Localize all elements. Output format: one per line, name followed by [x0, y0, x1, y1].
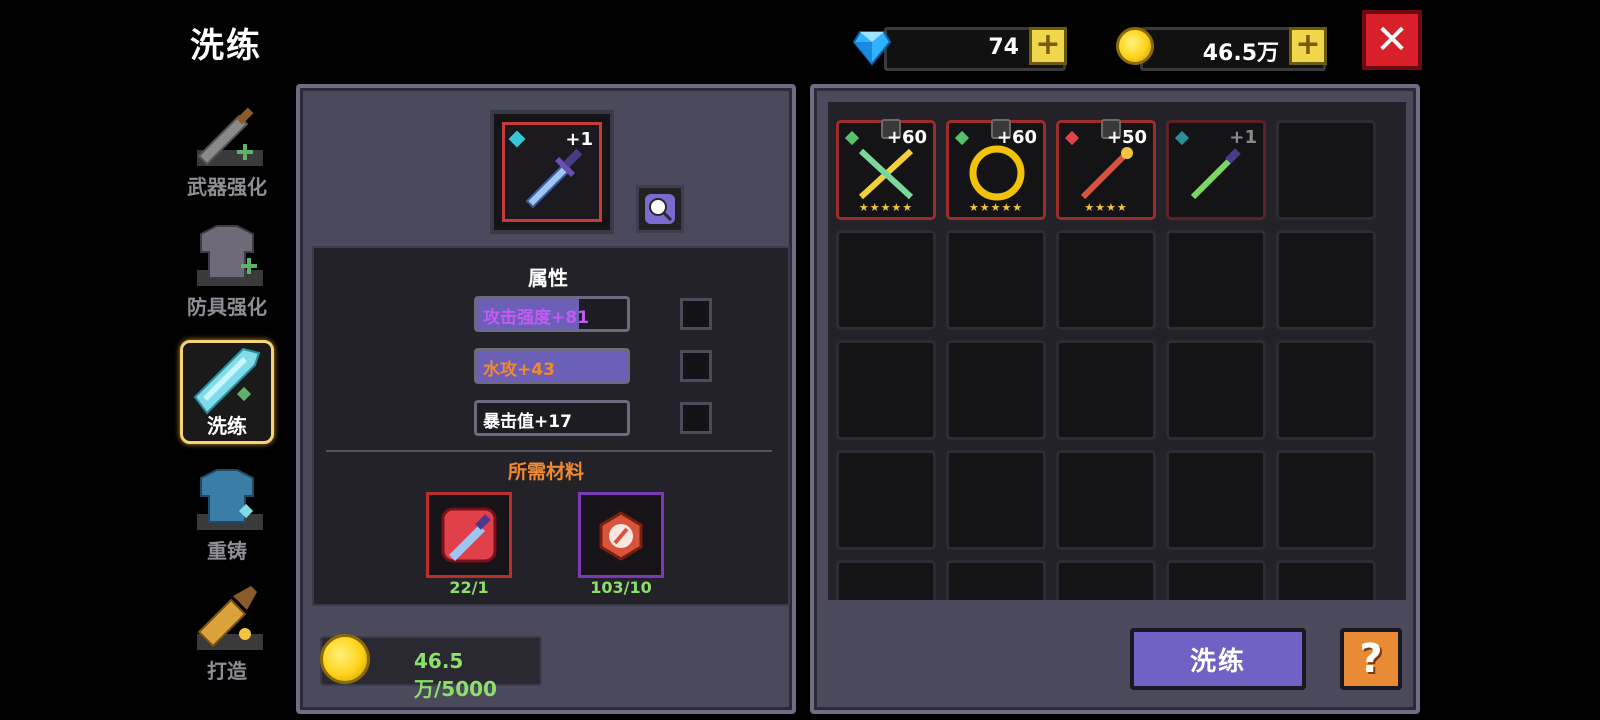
attribute-row-2: 水攻+43 — [474, 348, 630, 384]
divider — [326, 450, 772, 452]
inventory-item-2[interactable]: +60 ★★★★★ — [946, 119, 1046, 220]
crossed-swords-icon — [858, 148, 914, 200]
inventory-slot-empty[interactable] — [1166, 230, 1266, 330]
attributes-title: 属性 — [528, 266, 568, 290]
gem-counter: 74 + — [884, 27, 1067, 71]
gold-amount: 46.5万 — [1202, 41, 1279, 66]
inventory-slot-empty[interactable] — [1276, 120, 1376, 220]
gold-counter: 46.5万 + — [1140, 27, 1327, 71]
inventory-slot-empty[interactable] — [946, 340, 1046, 440]
inventory-slot-empty[interactable] — [836, 560, 936, 600]
add-gold-button[interactable]: + — [1289, 27, 1327, 65]
inspect-button[interactable] — [636, 185, 684, 233]
sidebar-item-refine[interactable]: 洗练 — [180, 340, 274, 444]
inventory-slot-empty[interactable] — [836, 230, 936, 330]
material-count-1: 22/1 — [449, 578, 489, 597]
inventory-slot-empty[interactable] — [836, 340, 936, 440]
refine-crystal-icon — [193, 347, 261, 415]
recast-armor-icon — [197, 469, 263, 530]
fire-staff-icon — [1080, 147, 1133, 200]
sidebar-item-weapon-upgrade[interactable]: 武器强化 — [177, 98, 277, 208]
page-title: 洗练 — [190, 26, 262, 66]
attribute-row-1: 攻击强度+81 — [474, 296, 630, 332]
diamond-icon — [852, 31, 892, 66]
forge-hammer-icon — [197, 586, 263, 650]
lock-checkbox-2[interactable] — [680, 350, 712, 382]
sidebar-item-armor-upgrade[interactable]: 防具强化 — [177, 218, 277, 328]
sword-scroll-icon — [441, 507, 497, 563]
gold-ring-icon — [969, 145, 1025, 201]
lock-checkbox-1[interactable] — [680, 298, 712, 330]
inventory-item-4[interactable]: +1 — [1166, 120, 1266, 220]
inventory-slot-empty[interactable] — [946, 450, 1046, 550]
inventory-slot-empty[interactable] — [1276, 340, 1376, 440]
inventory-slot-empty[interactable] — [1276, 230, 1376, 330]
sidebar-item-label: 重铸 — [207, 539, 247, 563]
inventory-slot-empty[interactable] — [1166, 340, 1266, 440]
sidebar-item-label: 洗练 — [207, 414, 247, 438]
attribute-row-3: 暴击值+17 — [474, 400, 630, 436]
help-button[interactable]: ? — [1340, 628, 1402, 690]
inventory-slot-empty[interactable] — [1056, 450, 1156, 550]
inventory-slot-empty[interactable] — [1056, 230, 1156, 330]
inventory-slot-empty[interactable] — [1166, 450, 1266, 550]
gold-coin-icon — [1116, 27, 1154, 65]
sidebar-item-label: 防具强化 — [187, 295, 267, 319]
sword-icon — [525, 148, 583, 209]
inventory-slot-empty[interactable] — [1056, 340, 1156, 440]
inventory-slot-empty[interactable] — [1056, 560, 1156, 600]
inventory-slot-empty[interactable] — [946, 560, 1046, 600]
refine-stone-icon — [599, 511, 643, 561]
sidebar-item-forge[interactable]: 打造 — [177, 582, 277, 692]
refine-button[interactable]: 洗练 — [1130, 628, 1306, 690]
equipment-slot[interactable]: +1 — [490, 110, 614, 234]
inventory-slot-empty[interactable] — [836, 450, 936, 550]
green-sword-icon — [1190, 148, 1241, 200]
inventory-item-1[interactable]: +60 ★★★★★ — [836, 119, 936, 220]
sword-upgrade-icon — [197, 107, 263, 166]
inventory-slot-empty[interactable] — [1276, 560, 1376, 600]
material-slot-2[interactable] — [578, 492, 664, 578]
inventory-grid[interactable]: +60 ★★★★★ +60 ★★★★★ +50 ★★★★ +1 — [828, 102, 1406, 600]
material-count-2: 103/10 — [590, 578, 652, 597]
material-slot-1[interactable] — [426, 492, 512, 578]
sidebar-item-recast[interactable]: 重铸 — [177, 462, 277, 572]
gold-coin-icon — [320, 634, 370, 684]
armor-upgrade-icon — [197, 225, 263, 286]
inventory-slot-empty[interactable] — [1166, 560, 1266, 600]
sidebar-item-label: 武器强化 — [187, 175, 267, 199]
inventory-slot-empty[interactable] — [946, 230, 1046, 330]
sidebar-item-label: 打造 — [207, 659, 247, 683]
add-gems-button[interactable]: + — [1029, 27, 1067, 65]
inventory-slot-empty[interactable] — [1276, 450, 1376, 550]
magnifier-icon — [649, 198, 673, 222]
gem-amount: 74 — [988, 35, 1019, 60]
gold-cost-text: 46.5万/5000 — [414, 649, 497, 701]
inventory-item-3[interactable]: +50 ★★★★ — [1056, 119, 1156, 220]
close-button[interactable]: ✕ — [1362, 10, 1422, 70]
lock-checkbox-3[interactable] — [680, 402, 712, 434]
materials-title: 所需材料 — [508, 461, 585, 483]
